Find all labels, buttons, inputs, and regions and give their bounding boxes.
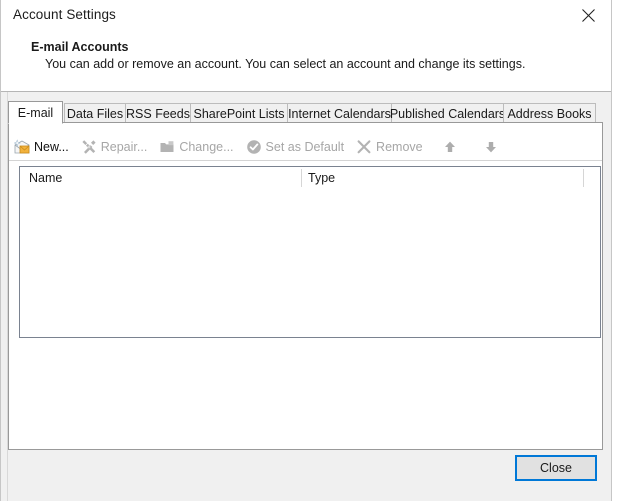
toolbar-button-label: Remove	[376, 140, 423, 154]
close-button[interactable]: Close	[515, 455, 597, 481]
tab-email[interactable]: E-mail	[8, 101, 63, 124]
move-down-button[interactable]	[477, 136, 509, 158]
column-header-type[interactable]: Type	[308, 171, 335, 185]
account-settings-dialog: Account Settings E-mail Accounts You can…	[0, 0, 620, 501]
tab-label: RSS Feeds	[126, 106, 190, 121]
new-account-button[interactable]: New...	[9, 136, 74, 158]
tab-address-books[interactable]: Address Books	[503, 103, 596, 123]
dialog-footer: Close	[8, 455, 603, 485]
window-title: Account Settings	[13, 7, 116, 22]
column-divider-name-type[interactable]	[301, 169, 302, 187]
change-account-button[interactable]: Change...	[154, 136, 238, 158]
toolbar-button-label: Set as Default	[265, 140, 345, 154]
tab-label: Address Books	[507, 106, 592, 121]
new-email-icon	[13, 139, 30, 155]
tab-label: Published Calendars	[389, 106, 506, 121]
close-window-button[interactable]	[571, 2, 605, 28]
arrow-up-icon	[442, 139, 458, 155]
tab-sharepoint-lists[interactable]: SharePoint Lists	[190, 103, 288, 123]
close-icon	[581, 8, 595, 22]
window-border-right	[611, 0, 612, 501]
repair-account-button[interactable]: Repair...	[76, 136, 153, 158]
tab-data-files[interactable]: Data Files	[64, 103, 126, 123]
tab-strip: E-mail Data Files RSS Feeds SharePoint L…	[8, 101, 603, 124]
header-heading: E-mail Accounts	[31, 40, 129, 54]
accounts-list-header: Name Type	[20, 167, 600, 189]
arrow-down-icon	[483, 139, 499, 155]
toolbar-button-label: Repair...	[100, 140, 148, 154]
tab-label: E-mail	[17, 105, 54, 120]
column-header-name[interactable]: Name	[29, 171, 62, 185]
tab-label: Internet Calendars	[288, 106, 391, 121]
tab-label: SharePoint Lists	[193, 106, 285, 121]
accounts-list[interactable]: Name Type	[19, 166, 601, 338]
accounts-toolbar: New... Repair... Change... Set as Defaul…	[9, 134, 602, 161]
header-description: You can add or remove an account. You ca…	[45, 57, 526, 71]
title-bar: Account Settings E-mail Accounts You can…	[1, 0, 611, 92]
move-up-button[interactable]	[436, 136, 468, 158]
check-circle-icon	[246, 139, 262, 155]
repair-tools-icon	[81, 139, 97, 155]
column-divider-type-end[interactable]	[583, 169, 584, 187]
tab-published-calendars[interactable]: Published Calendars	[389, 103, 506, 123]
change-folder-icon	[159, 139, 175, 155]
toolbar-button-label: Change...	[179, 140, 234, 154]
toolbar-button-label: New...	[34, 140, 69, 154]
set-as-default-button[interactable]: Set as Default	[241, 136, 350, 158]
tab-internet-calendars[interactable]: Internet Calendars	[287, 103, 392, 123]
tab-label: Data Files	[66, 106, 124, 121]
tab-rss-feeds[interactable]: RSS Feeds	[125, 103, 191, 123]
remove-account-button[interactable]: Remove	[351, 136, 428, 158]
x-cross-icon	[356, 139, 372, 155]
window-outer-filler	[612, 0, 620, 501]
